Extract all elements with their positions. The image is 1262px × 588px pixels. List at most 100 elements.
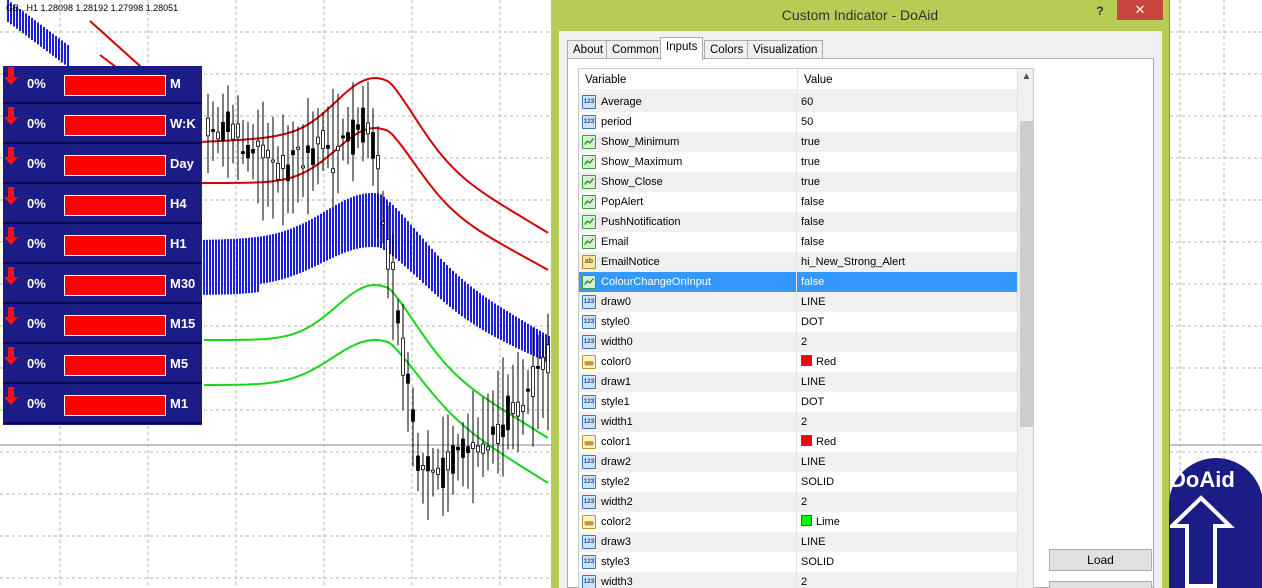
- arrow-down-icon: [4, 227, 18, 245]
- input-row[interactable]: PopAlert false: [579, 192, 1017, 212]
- variable-value[interactable]: 60: [801, 96, 813, 108]
- value-cell[interactable]: true: [798, 172, 1017, 192]
- value-cell[interactable]: 2: [798, 492, 1017, 512]
- value-cell[interactable]: LINE: [798, 532, 1017, 552]
- input-row[interactable]: color1 Red: [579, 432, 1017, 452]
- value-cell[interactable]: SOLID: [798, 552, 1017, 572]
- value-cell[interactable]: true: [798, 152, 1017, 172]
- input-row[interactable]: 123 style1 DOT: [579, 392, 1017, 412]
- variable-name: draw1: [601, 376, 631, 388]
- variable-cell: 123 Average: [579, 92, 797, 112]
- inputs-grid[interactable]: Variable Value 123 Average 60 123 period 50 Sh…: [578, 68, 1034, 588]
- value-cell[interactable]: Lime: [798, 512, 1017, 532]
- variable-value[interactable]: false: [801, 216, 824, 228]
- grid-scrollbar[interactable]: ▲: [1017, 69, 1033, 588]
- variable-value[interactable]: Red: [816, 356, 836, 368]
- variable-value[interactable]: LINE: [801, 296, 825, 308]
- tab-visualization[interactable]: Visualization: [747, 40, 824, 59]
- value-cell[interactable]: 2: [798, 572, 1017, 588]
- variable-value[interactable]: false: [801, 276, 824, 288]
- input-row[interactable]: Show_Maximum true: [579, 152, 1017, 172]
- value-cell[interactable]: 2: [798, 332, 1017, 352]
- value-cell[interactable]: 50: [798, 112, 1017, 132]
- variable-value[interactable]: 2: [801, 496, 807, 508]
- boolean-type-icon: [582, 275, 596, 289]
- variable-value[interactable]: DOT: [801, 316, 824, 328]
- variable-value[interactable]: false: [801, 236, 824, 248]
- value-cell[interactable]: false: [798, 192, 1017, 212]
- save-button[interactable]: [1049, 581, 1152, 588]
- variable-cell: Email: [579, 232, 797, 252]
- value-cell[interactable]: true: [798, 132, 1017, 152]
- value-cell[interactable]: false: [798, 212, 1017, 232]
- variable-cell: Show_Minimum: [579, 132, 797, 152]
- scroll-thumb[interactable]: [1020, 121, 1033, 427]
- input-row[interactable]: 123 width1 2: [579, 412, 1017, 432]
- variable-value[interactable]: 2: [801, 336, 807, 348]
- input-row[interactable]: 123 style0 DOT: [579, 312, 1017, 332]
- input-row[interactable]: PushNotification false: [579, 212, 1017, 232]
- value-cell[interactable]: false: [798, 232, 1017, 252]
- input-row[interactable]: ColourChangeOnInput false: [579, 272, 1017, 292]
- variable-value[interactable]: hi_New_Strong_Alert: [801, 256, 905, 268]
- input-row[interactable]: 123 draw3 LINE: [579, 532, 1017, 552]
- variable-value[interactable]: DOT: [801, 396, 824, 408]
- input-row[interactable]: 123 draw1 LINE: [579, 372, 1017, 392]
- input-row[interactable]: 123 width2 2: [579, 492, 1017, 512]
- variable-value[interactable]: LINE: [801, 456, 825, 468]
- scroll-up-icon[interactable]: ▲: [1018, 69, 1033, 85]
- value-cell[interactable]: hi_New_Strong_Alert: [798, 252, 1017, 272]
- variable-value[interactable]: 50: [801, 116, 813, 128]
- value-cell[interactable]: 2: [798, 412, 1017, 432]
- input-row[interactable]: color2 Lime: [579, 512, 1017, 532]
- variable-value[interactable]: false: [801, 196, 824, 208]
- load-button[interactable]: Load: [1049, 549, 1152, 571]
- help-button[interactable]: ?: [1089, 2, 1111, 20]
- value-cell[interactable]: Red: [798, 432, 1017, 452]
- timeframe-strength-bar: [64, 275, 166, 296]
- value-cell[interactable]: SOLID: [798, 472, 1017, 492]
- variable-value[interactable]: LINE: [801, 376, 825, 388]
- secondary-chart[interactable]: DoAid: [1169, 0, 1262, 588]
- variable-name: color1: [601, 436, 631, 448]
- value-cell[interactable]: LINE: [798, 372, 1017, 392]
- variable-value[interactable]: SOLID: [801, 556, 834, 568]
- variable-value[interactable]: true: [801, 136, 820, 148]
- input-row[interactable]: 123 width0 2: [579, 332, 1017, 352]
- input-row[interactable]: 123 draw2 LINE: [579, 452, 1017, 472]
- price-chart[interactable]: GB...H1 1.28098 1.28192 1.27998 1.28051 …: [0, 0, 552, 588]
- input-row[interactable]: Show_Minimum true: [579, 132, 1017, 152]
- value-cell[interactable]: false: [798, 272, 1017, 292]
- tab-inputs[interactable]: Inputs: [660, 37, 704, 60]
- close-button[interactable]: ✕: [1117, 0, 1163, 20]
- variable-value[interactable]: true: [801, 176, 820, 188]
- variable-value[interactable]: Red: [816, 436, 836, 448]
- input-row[interactable]: color0 Red: [579, 352, 1017, 372]
- header-variable[interactable]: Variable: [579, 69, 798, 91]
- input-row[interactable]: 123 style2 SOLID: [579, 472, 1017, 492]
- value-cell[interactable]: 60: [798, 92, 1017, 112]
- value-cell[interactable]: LINE: [798, 452, 1017, 472]
- variable-value[interactable]: true: [801, 156, 820, 168]
- value-cell[interactable]: LINE: [798, 292, 1017, 312]
- input-row[interactable]: Email false: [579, 232, 1017, 252]
- value-cell[interactable]: DOT: [798, 312, 1017, 332]
- variable-value[interactable]: 2: [801, 576, 807, 588]
- input-row[interactable]: 123 period 50: [579, 112, 1017, 132]
- input-row[interactable]: 123 style3 SOLID: [579, 552, 1017, 572]
- value-cell[interactable]: Red: [798, 352, 1017, 372]
- variable-value[interactable]: 2: [801, 416, 807, 428]
- tab-colors[interactable]: Colors: [704, 40, 750, 59]
- input-row[interactable]: 123 Average 60: [579, 92, 1017, 112]
- value-cell[interactable]: DOT: [798, 392, 1017, 412]
- variable-value[interactable]: SOLID: [801, 476, 834, 488]
- tab-common[interactable]: Common: [606, 40, 665, 59]
- tab-about[interactable]: About: [567, 40, 610, 59]
- variable-value[interactable]: LINE: [801, 536, 825, 548]
- variable-value[interactable]: Lime: [816, 516, 840, 528]
- input-row[interactable]: Show_Close true: [579, 172, 1017, 192]
- input-row[interactable]: 123 draw0 LINE: [579, 292, 1017, 312]
- header-value[interactable]: Value: [798, 69, 1017, 91]
- input-row[interactable]: 123 width3 2: [579, 572, 1017, 588]
- input-row[interactable]: ab EmailNotice hi_New_Strong_Alert: [579, 252, 1017, 272]
